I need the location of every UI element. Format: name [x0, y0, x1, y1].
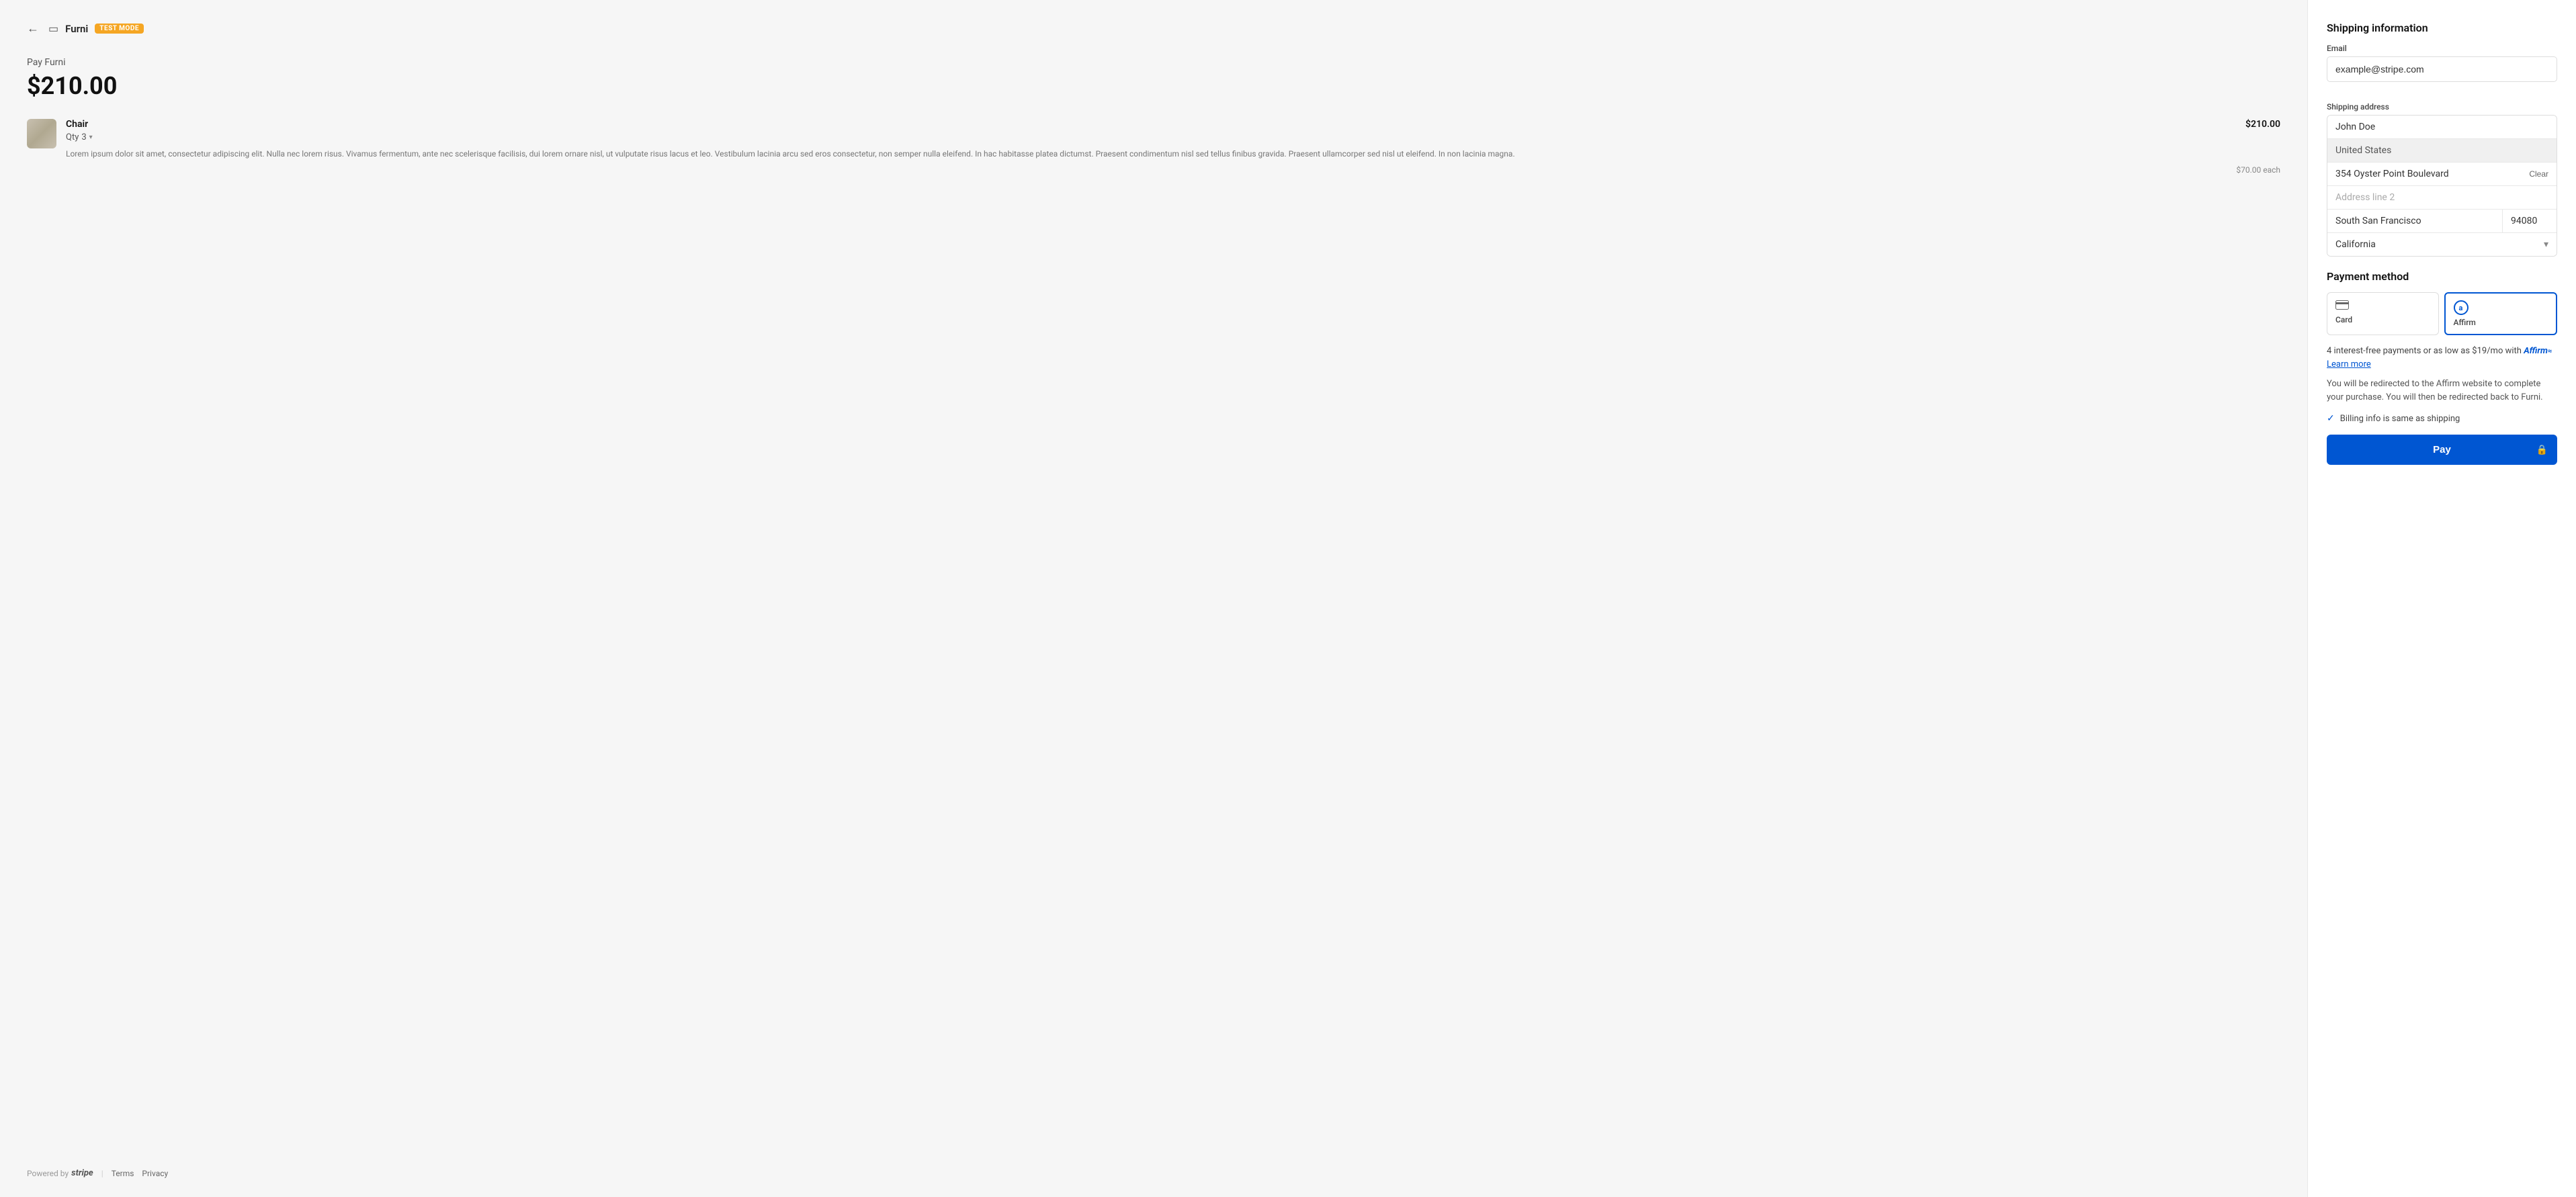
address-city-zip-row: South San Francisco 94080: [2327, 210, 2557, 233]
state-chevron-icon: ▾: [2544, 239, 2548, 250]
item-qty[interactable]: Qty 3 ▾: [66, 132, 2280, 142]
left-panel: ← ▭ Furni TEST MODE Pay Furni $210.00 Ch…: [0, 0, 2307, 1197]
address-line2-row[interactable]: Address line 2: [2327, 186, 2557, 210]
right-panel: Shipping information Email Shipping addr…: [2307, 0, 2576, 1197]
card-icon: [2335, 300, 2349, 312]
browser-icon: ▭: [48, 22, 58, 35]
address-city-value: South San Francisco: [2327, 210, 2503, 232]
item-top-row: Chair $210.00: [66, 119, 2280, 130]
pay-amount: $210.00: [27, 72, 2280, 100]
billing-same-label: Billing info is same as shipping: [2340, 414, 2460, 424]
back-button[interactable]: ←: [27, 21, 39, 36]
footer-divider: |: [101, 1169, 103, 1178]
lock-icon: 🔒: [2536, 444, 2548, 455]
item-details: Chair $210.00 Qty 3 ▾ Lorem ipsum dolor …: [66, 119, 2280, 175]
pay-label: Pay Furni: [27, 57, 2280, 68]
affirm-promo-text: 4 interest-free payments or as low as $1…: [2327, 346, 2522, 356]
pay-button-label: Pay: [2433, 444, 2451, 455]
qty-label: Qty: [66, 132, 79, 142]
payment-tab-affirm[interactable]: a Affirm: [2444, 292, 2558, 335]
payment-section: Payment method Card a Affirm: [2327, 270, 2557, 465]
address-country-row[interactable]: United States: [2327, 139, 2557, 163]
clear-address-button[interactable]: Clear: [2529, 169, 2548, 179]
address-street-row: 354 Oyster Point Boulevard Clear: [2327, 163, 2557, 186]
address-box: John Doe United States 354 Oyster Point …: [2327, 115, 2557, 257]
affirm-logo-icon: a: [2454, 300, 2468, 315]
email-input[interactable]: [2327, 56, 2557, 82]
address-name-value: John Doe: [2335, 122, 2375, 132]
shipping-label: Shipping address: [2327, 102, 2557, 112]
address-state-row[interactable]: California ▾: [2327, 233, 2557, 256]
billing-check-icon: ✓: [2327, 413, 2335, 424]
left-footer: Powered by stripe | Terms Privacy: [27, 1168, 168, 1178]
privacy-link[interactable]: Privacy: [142, 1169, 168, 1178]
learn-more-link[interactable]: Learn more: [2327, 359, 2371, 369]
item-name: Chair: [66, 119, 88, 130]
affirm-brand-text: Affirm≈: [2524, 346, 2552, 356]
order-item: Chair $210.00 Qty 3 ▾ Lorem ipsum dolor …: [27, 119, 2280, 175]
affirm-redirect-notice: You will be redirected to the Affirm web…: [2327, 378, 2557, 404]
payment-title: Payment method: [2327, 270, 2557, 283]
address-zip-value: 94080: [2503, 210, 2557, 232]
top-bar: ← ▭ Furni TEST MODE: [27, 21, 2280, 36]
payment-tab-card[interactable]: Card: [2327, 292, 2439, 335]
qty-chevron-icon: ▾: [89, 134, 93, 141]
address-name-row: John Doe: [2327, 116, 2557, 139]
item-price: $210.00: [2245, 119, 2280, 130]
address-street-value: 354 Oyster Point Boulevard: [2335, 169, 2529, 179]
item-description: Lorem ipsum dolor sit amet, consectetur …: [66, 148, 2280, 160]
item-unit-price: $70.00 each: [66, 165, 2280, 175]
affirm-label: Affirm: [2454, 318, 2476, 327]
billing-checkbox-row[interactable]: ✓ Billing info is same as shipping: [2327, 413, 2557, 424]
stripe-logo: stripe: [71, 1168, 93, 1178]
item-image: [27, 119, 56, 148]
terms-link[interactable]: Terms: [112, 1169, 134, 1178]
address-line2-placeholder: Address line 2: [2335, 192, 2395, 203]
brand-name: Furni: [65, 23, 88, 35]
powered-by-text: Powered by: [27, 1169, 69, 1178]
affirm-promo: 4 interest-free payments or as low as $1…: [2327, 345, 2557, 371]
card-label: Card: [2335, 315, 2352, 324]
email-section: Email: [2327, 44, 2557, 82]
test-mode-badge: TEST MODE: [95, 24, 144, 34]
powered-by: Powered by stripe: [27, 1168, 93, 1178]
payment-methods: Card a Affirm: [2327, 292, 2557, 335]
shipping-title: Shipping information: [2327, 21, 2557, 34]
qty-value: 3: [81, 132, 86, 142]
address-country-value: United States: [2335, 145, 2391, 156]
address-state-value: California: [2335, 239, 2544, 250]
item-image-inner: [27, 119, 56, 148]
page-wrapper: ← ▭ Furni TEST MODE Pay Furni $210.00 Ch…: [0, 0, 2576, 1197]
email-label: Email: [2327, 44, 2557, 53]
pay-button[interactable]: Pay 🔒: [2327, 435, 2557, 465]
shipping-address-section: Shipping address John Doe United States …: [2327, 102, 2557, 257]
